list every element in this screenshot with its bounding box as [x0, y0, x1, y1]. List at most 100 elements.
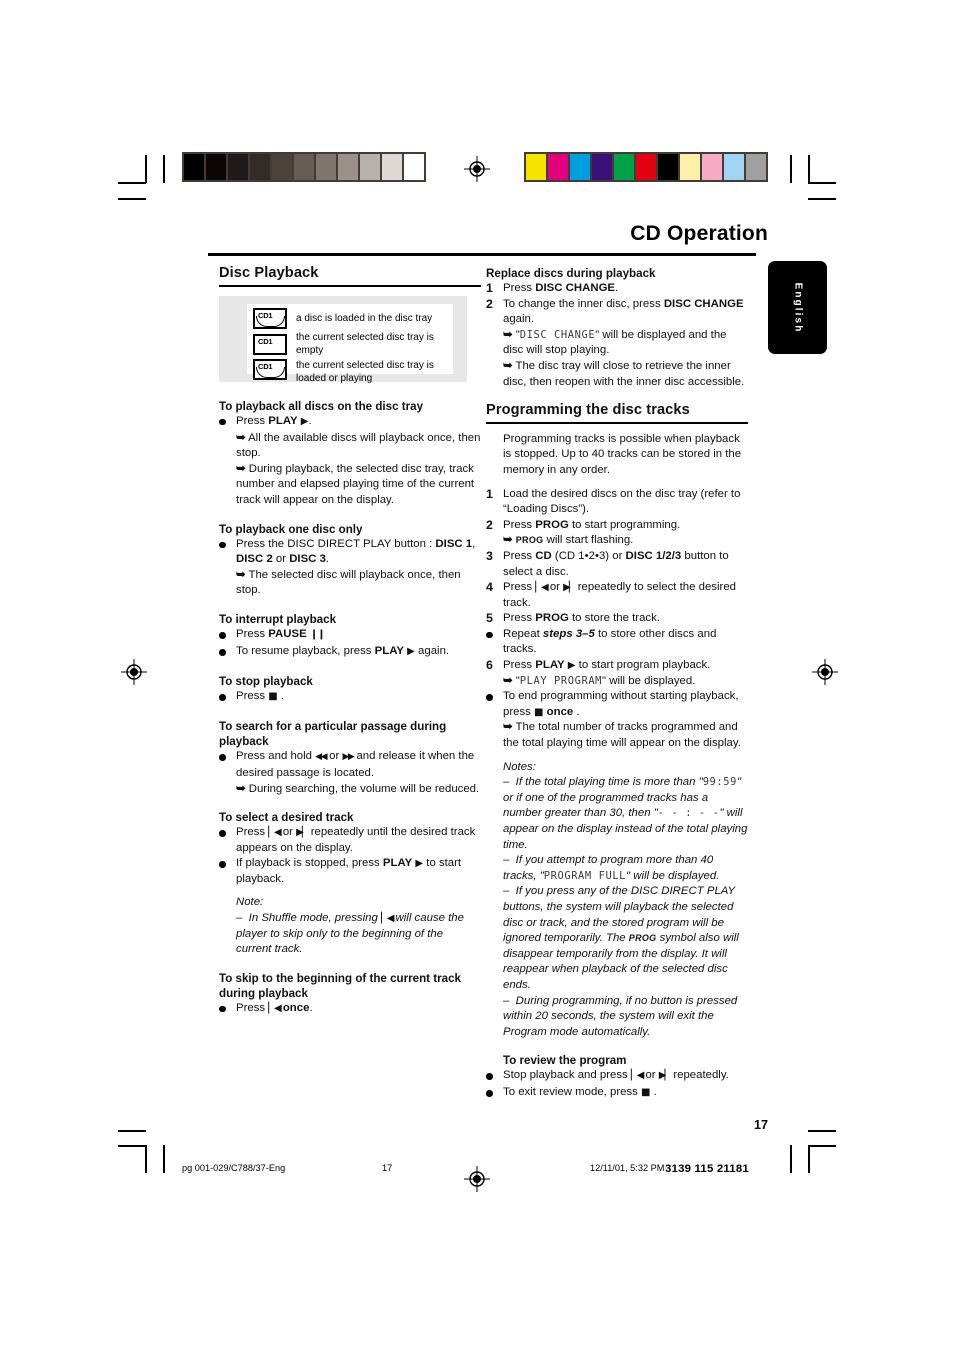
calibration-swatch-10: [746, 154, 766, 180]
list-item-text: Press PROG to start programming.: [503, 518, 681, 531]
manual-page: CD Operation English CD1 a disc is loade…: [0, 0, 954, 1351]
result-line: ➥ "PLAY PROGRAM" will be displayed.: [503, 674, 696, 687]
list-item-text: To end programming without starting play…: [503, 689, 748, 720]
color-calibration-bar: [524, 152, 768, 182]
result-line: ➥ The selected disc will playback once, …: [236, 568, 461, 597]
footer-doc-code: 3139 115 21181: [665, 1163, 749, 1175]
step-number: 5: [486, 611, 493, 626]
programming-intro: Programming tracks is possible when play…: [503, 432, 742, 476]
list-item-text: Press PLAY .: [236, 414, 481, 430]
result-line: ➥ "DISC CHANGE" will be displayed and th…: [503, 328, 727, 357]
stop-icon: [268, 691, 277, 702]
arrow-icon: ➥: [236, 568, 246, 581]
footer-timestamp: 12/11/01, 5:32 PM: [590, 1163, 665, 1173]
note-text: – If you attempt to program more than 40…: [503, 854, 720, 882]
result-line: ➥ During searching, the volume will be r…: [236, 782, 480, 795]
bullet-marker: [219, 537, 236, 554]
list-item: Press and hold or and release it when th…: [219, 749, 481, 781]
calibration-swatch-9: [724, 154, 744, 180]
heading-select-track: To select a desired track: [219, 811, 354, 825]
list-item: To exit review mode, press .: [486, 1085, 748, 1102]
heading-search-passage: To search for a particular passage durin…: [219, 720, 447, 749]
registration-mark-right: [812, 659, 838, 685]
arrow-icon: ➥: [503, 359, 513, 372]
list-item: Press or repeatedly until the desired tr…: [219, 825, 481, 856]
list-item-text: Press DISC CHANGE.: [503, 282, 619, 294]
page-number: 17: [753, 1118, 768, 1132]
play-icon: [407, 646, 415, 657]
arrow-icon: ➥: [503, 674, 513, 687]
list-item: Press .: [219, 689, 481, 706]
list-item-text: Press once.: [236, 1001, 481, 1017]
bullet-marker: [219, 749, 236, 766]
list-item: To resume playback, press PLAY again.: [219, 644, 481, 661]
list-item-text: To exit review mode, press .: [503, 1085, 748, 1101]
step-number: 2: [486, 517, 493, 532]
crop-mark-br-v: [808, 1145, 810, 1173]
list-item-text: Press PLAY to start program playback.: [503, 658, 748, 674]
list-item-text: Load the desired discs on the disc tray …: [503, 487, 741, 516]
display-text: - - : - -: [657, 807, 720, 820]
list-item: 5 Press PROG to store the track.: [486, 611, 748, 627]
calibration-swatch-10: [404, 154, 424, 180]
list-item: 2 Press PROG to start programming.: [486, 518, 748, 534]
list-item-text: Press or repeatedly until the desired tr…: [236, 825, 481, 856]
section-title-programming: Programming the disc tracks: [486, 403, 748, 424]
note-text: – If you press any of the DISC DIRECT PL…: [503, 885, 739, 991]
result-line: ➥ During playback, the selected disc tra…: [236, 462, 475, 507]
crop-mark-tr-h2: [808, 198, 836, 200]
calibration-swatch-4: [614, 154, 634, 180]
next-track-icon: [563, 582, 574, 593]
arrow-icon: ➥: [503, 721, 513, 734]
crop-mark-br-h2: [808, 1130, 836, 1132]
crop-mark-tr-h: [808, 182, 836, 184]
list-item-text: Stop playback and press or repeatedly.: [503, 1068, 748, 1084]
bullet-marker: [219, 627, 236, 644]
bullet-marker: [219, 414, 236, 431]
step-number: 3: [486, 548, 493, 563]
crop-mark-tl-h2: [118, 198, 146, 200]
list-item-text: Press and hold or and release it when th…: [236, 749, 481, 781]
calibration-swatch-7: [338, 154, 358, 180]
bullet-marker: [486, 627, 503, 644]
list-item-text: To change the inner disc, press DISC CHA…: [503, 297, 744, 326]
list-item-text: Press PROG to store the track.: [503, 612, 660, 625]
list-item-text: Press CD (CD 1•2•3) or DISC 1/2/3 button…: [503, 549, 729, 578]
right-column: Replace discs during playback 1 Press DI…: [486, 266, 748, 1103]
display-text: PLAY PROGRAM: [519, 674, 603, 687]
list-item-text: Press or repeatedly to select the desire…: [503, 580, 748, 611]
heading-replace-discs: Replace discs during playback: [486, 267, 656, 280]
list-item: 4 Press or repeatedly to select the desi…: [486, 580, 748, 611]
bullet-marker: [219, 644, 236, 661]
list-item-text: Press .: [236, 689, 481, 705]
calibration-swatch-3: [250, 154, 270, 180]
crop-mark-tr-v2: [790, 155, 792, 183]
next-track-icon: [296, 827, 307, 838]
footer-file-label: pg 001-029/C788/37-Eng: [182, 1163, 286, 1173]
heading-stop-playback: To stop playback: [219, 675, 313, 689]
display-text: DISC CHANGE: [519, 328, 596, 341]
result-line: ➥ All the available discs will playback …: [236, 431, 481, 460]
calibration-swatch-9: [382, 154, 402, 180]
note-label: Note:: [236, 896, 264, 909]
calibration-swatch-6: [316, 154, 336, 180]
list-item: 3 Press CD (CD 1•2•3) or DISC 1/2/3 butt…: [486, 549, 748, 580]
result-line: ➥ PROG will start flashing.: [503, 534, 634, 547]
section-title-disc-playback: Disc Playback: [219, 265, 481, 287]
list-item: Press PAUSE: [219, 627, 481, 644]
stop-icon: [534, 707, 543, 718]
calibration-swatch-8: [360, 154, 380, 180]
heading-review-program: To review the program: [503, 1054, 627, 1068]
crop-mark-tl-v: [145, 155, 147, 183]
list-item-text: Press PAUSE: [236, 627, 481, 643]
list-item: 1 Press DISC CHANGE.: [486, 281, 748, 297]
list-item: To end programming without starting play…: [486, 689, 748, 720]
notes-label: Notes:: [503, 760, 536, 773]
prog-indicator: PROG: [628, 933, 657, 944]
calibration-swatch-7: [680, 154, 700, 180]
list-item: Press PLAY .: [219, 414, 481, 431]
next-track-icon: [659, 1070, 670, 1081]
prog-indicator: PROG: [515, 535, 544, 546]
heading-playback-one-disc: To playback one disc only: [219, 522, 363, 536]
arrow-icon: ➥: [236, 431, 246, 444]
